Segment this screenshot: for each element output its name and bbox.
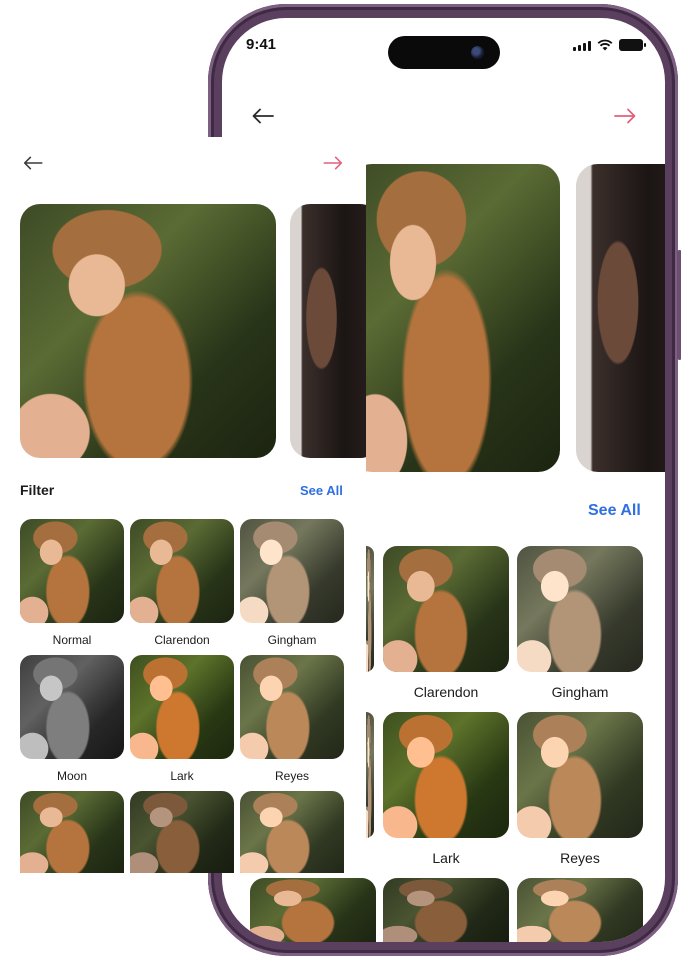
status-time: 9:41 bbox=[246, 36, 277, 53]
back-button[interactable] bbox=[18, 151, 48, 175]
filter-label: Reyes bbox=[274, 769, 309, 783]
filter-label: Lark bbox=[170, 769, 194, 783]
filter-label: Gingham bbox=[267, 633, 317, 647]
signal-icon bbox=[573, 41, 591, 51]
filter-thumb[interactable] bbox=[240, 791, 344, 873]
filter-label: Moon bbox=[56, 769, 88, 783]
filter-thumb-gingham[interactable] bbox=[240, 519, 344, 623]
filter-title: Filter bbox=[20, 482, 55, 498]
filter-thumb-reyes[interactable] bbox=[240, 655, 344, 759]
see-all-link[interactable]: See All bbox=[588, 502, 641, 520]
status-icons bbox=[573, 39, 646, 51]
filter-label: Clarendon bbox=[413, 684, 479, 700]
camera-icon bbox=[471, 46, 484, 59]
arrow-right-icon bbox=[614, 108, 636, 124]
arrow-right-icon bbox=[323, 156, 343, 170]
filter-thumb-partial bbox=[366, 712, 374, 838]
filter-thumb-moon[interactable] bbox=[20, 655, 124, 759]
filter-thumb-reyes[interactable] bbox=[517, 712, 643, 838]
arrow-left-icon bbox=[23, 156, 43, 170]
main-photo[interactable] bbox=[350, 164, 560, 472]
next-button[interactable] bbox=[610, 104, 640, 128]
filter-thumb[interactable] bbox=[20, 791, 124, 873]
side-button bbox=[677, 250, 681, 360]
filter-thumb[interactable] bbox=[250, 878, 376, 942]
dynamic-island bbox=[388, 36, 500, 69]
next-button[interactable] bbox=[318, 151, 348, 175]
secondary-photo[interactable] bbox=[290, 204, 366, 458]
filter-label: Lark bbox=[432, 850, 460, 866]
filter-thumb[interactable] bbox=[130, 791, 234, 873]
secondary-photo[interactable] bbox=[576, 164, 665, 472]
main-photo[interactable] bbox=[20, 204, 276, 458]
see-all-link[interactable]: See All bbox=[300, 483, 343, 498]
filter-label: Normal bbox=[52, 633, 92, 647]
filter-thumb-clarendon[interactable] bbox=[130, 519, 234, 623]
filter-label: Gingham bbox=[551, 684, 609, 700]
filter-thumb-lark[interactable] bbox=[383, 712, 509, 838]
battery-icon bbox=[619, 39, 646, 51]
wifi-icon bbox=[597, 39, 613, 51]
back-button[interactable] bbox=[248, 104, 278, 128]
filter-thumb-clarendon[interactable] bbox=[383, 546, 509, 672]
filter-thumb[interactable] bbox=[383, 878, 509, 942]
arrow-left-icon bbox=[252, 108, 274, 124]
filter-thumb-normal[interactable] bbox=[20, 519, 124, 623]
filter-thumb-partial bbox=[366, 546, 374, 672]
filter-thumb-lark[interactable] bbox=[130, 655, 234, 759]
filter-thumb-gingham[interactable] bbox=[517, 546, 643, 672]
front-screen: Filter See All Normal Clarendon Gingham … bbox=[0, 137, 366, 873]
filter-label: Clarendon bbox=[154, 633, 210, 647]
filter-label: Reyes bbox=[560, 850, 600, 866]
filter-thumb[interactable] bbox=[517, 878, 643, 942]
